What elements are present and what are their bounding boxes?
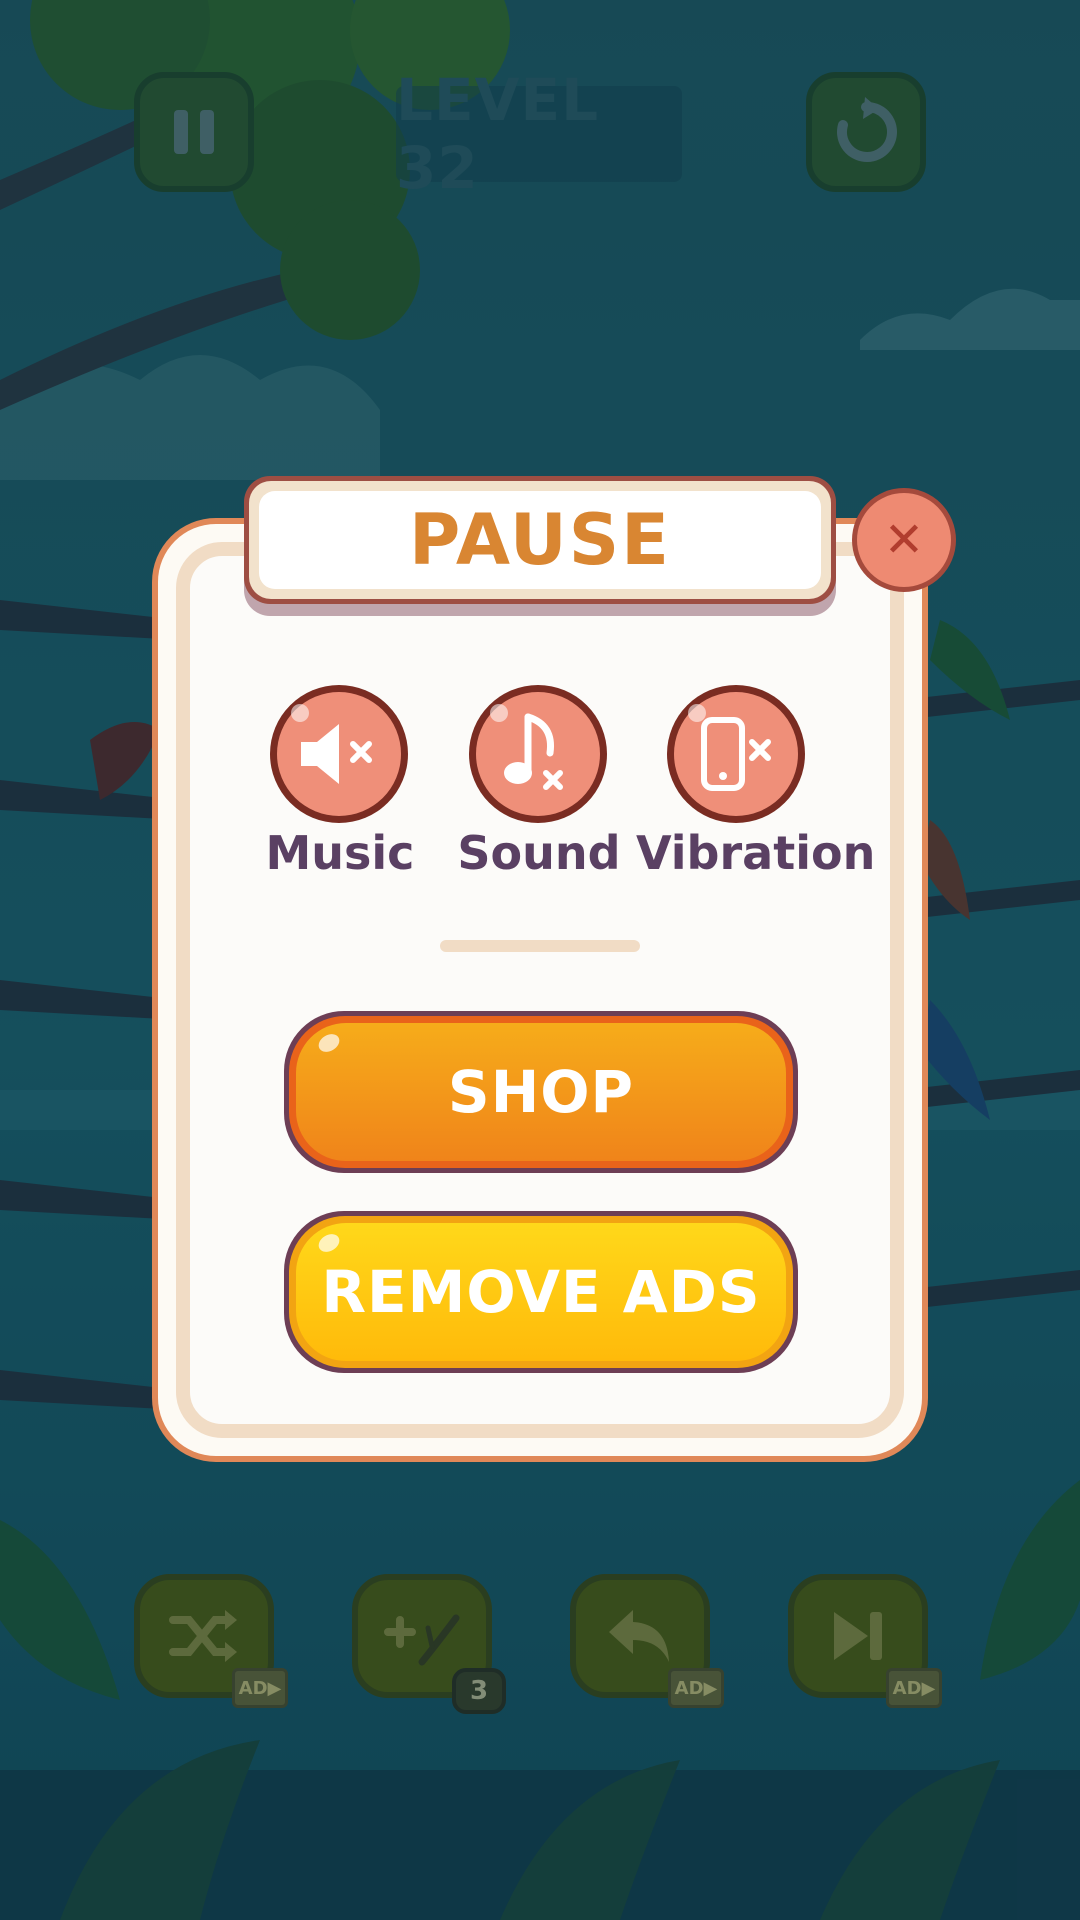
- divider: [440, 940, 640, 952]
- music-label: Music: [265, 826, 415, 880]
- music-toggle[interactable]: [270, 685, 408, 823]
- remove-ads-label: REMOVE ADS: [296, 1223, 786, 1361]
- dialog-title-plate: PAUSE: [244, 476, 836, 604]
- sound-toggle[interactable]: [469, 685, 607, 823]
- sound-label: Sound: [457, 826, 621, 880]
- toggle-face: [476, 692, 600, 816]
- remove-ads-button-frame: REMOVE ADS: [289, 1216, 793, 1368]
- title-plate-frame: PAUSE: [249, 481, 831, 599]
- close-button[interactable]: ✕: [852, 488, 956, 592]
- shop-button-frame: SHOP: [289, 1016, 793, 1168]
- shop-label: SHOP: [296, 1023, 786, 1161]
- music-muted-icon: [301, 724, 372, 784]
- vibration-label: Vibration: [636, 826, 876, 880]
- vibration-off-icon: [701, 717, 771, 791]
- dialog-title: PAUSE: [259, 491, 821, 589]
- toggle-face: [674, 692, 798, 816]
- shop-button[interactable]: SHOP: [284, 1011, 798, 1173]
- vibration-toggle[interactable]: [667, 685, 805, 823]
- remove-ads-button[interactable]: REMOVE ADS: [284, 1211, 798, 1373]
- toggle-face: [277, 692, 401, 816]
- close-icon: ✕: [857, 493, 951, 587]
- sound-muted-icon: [504, 713, 563, 790]
